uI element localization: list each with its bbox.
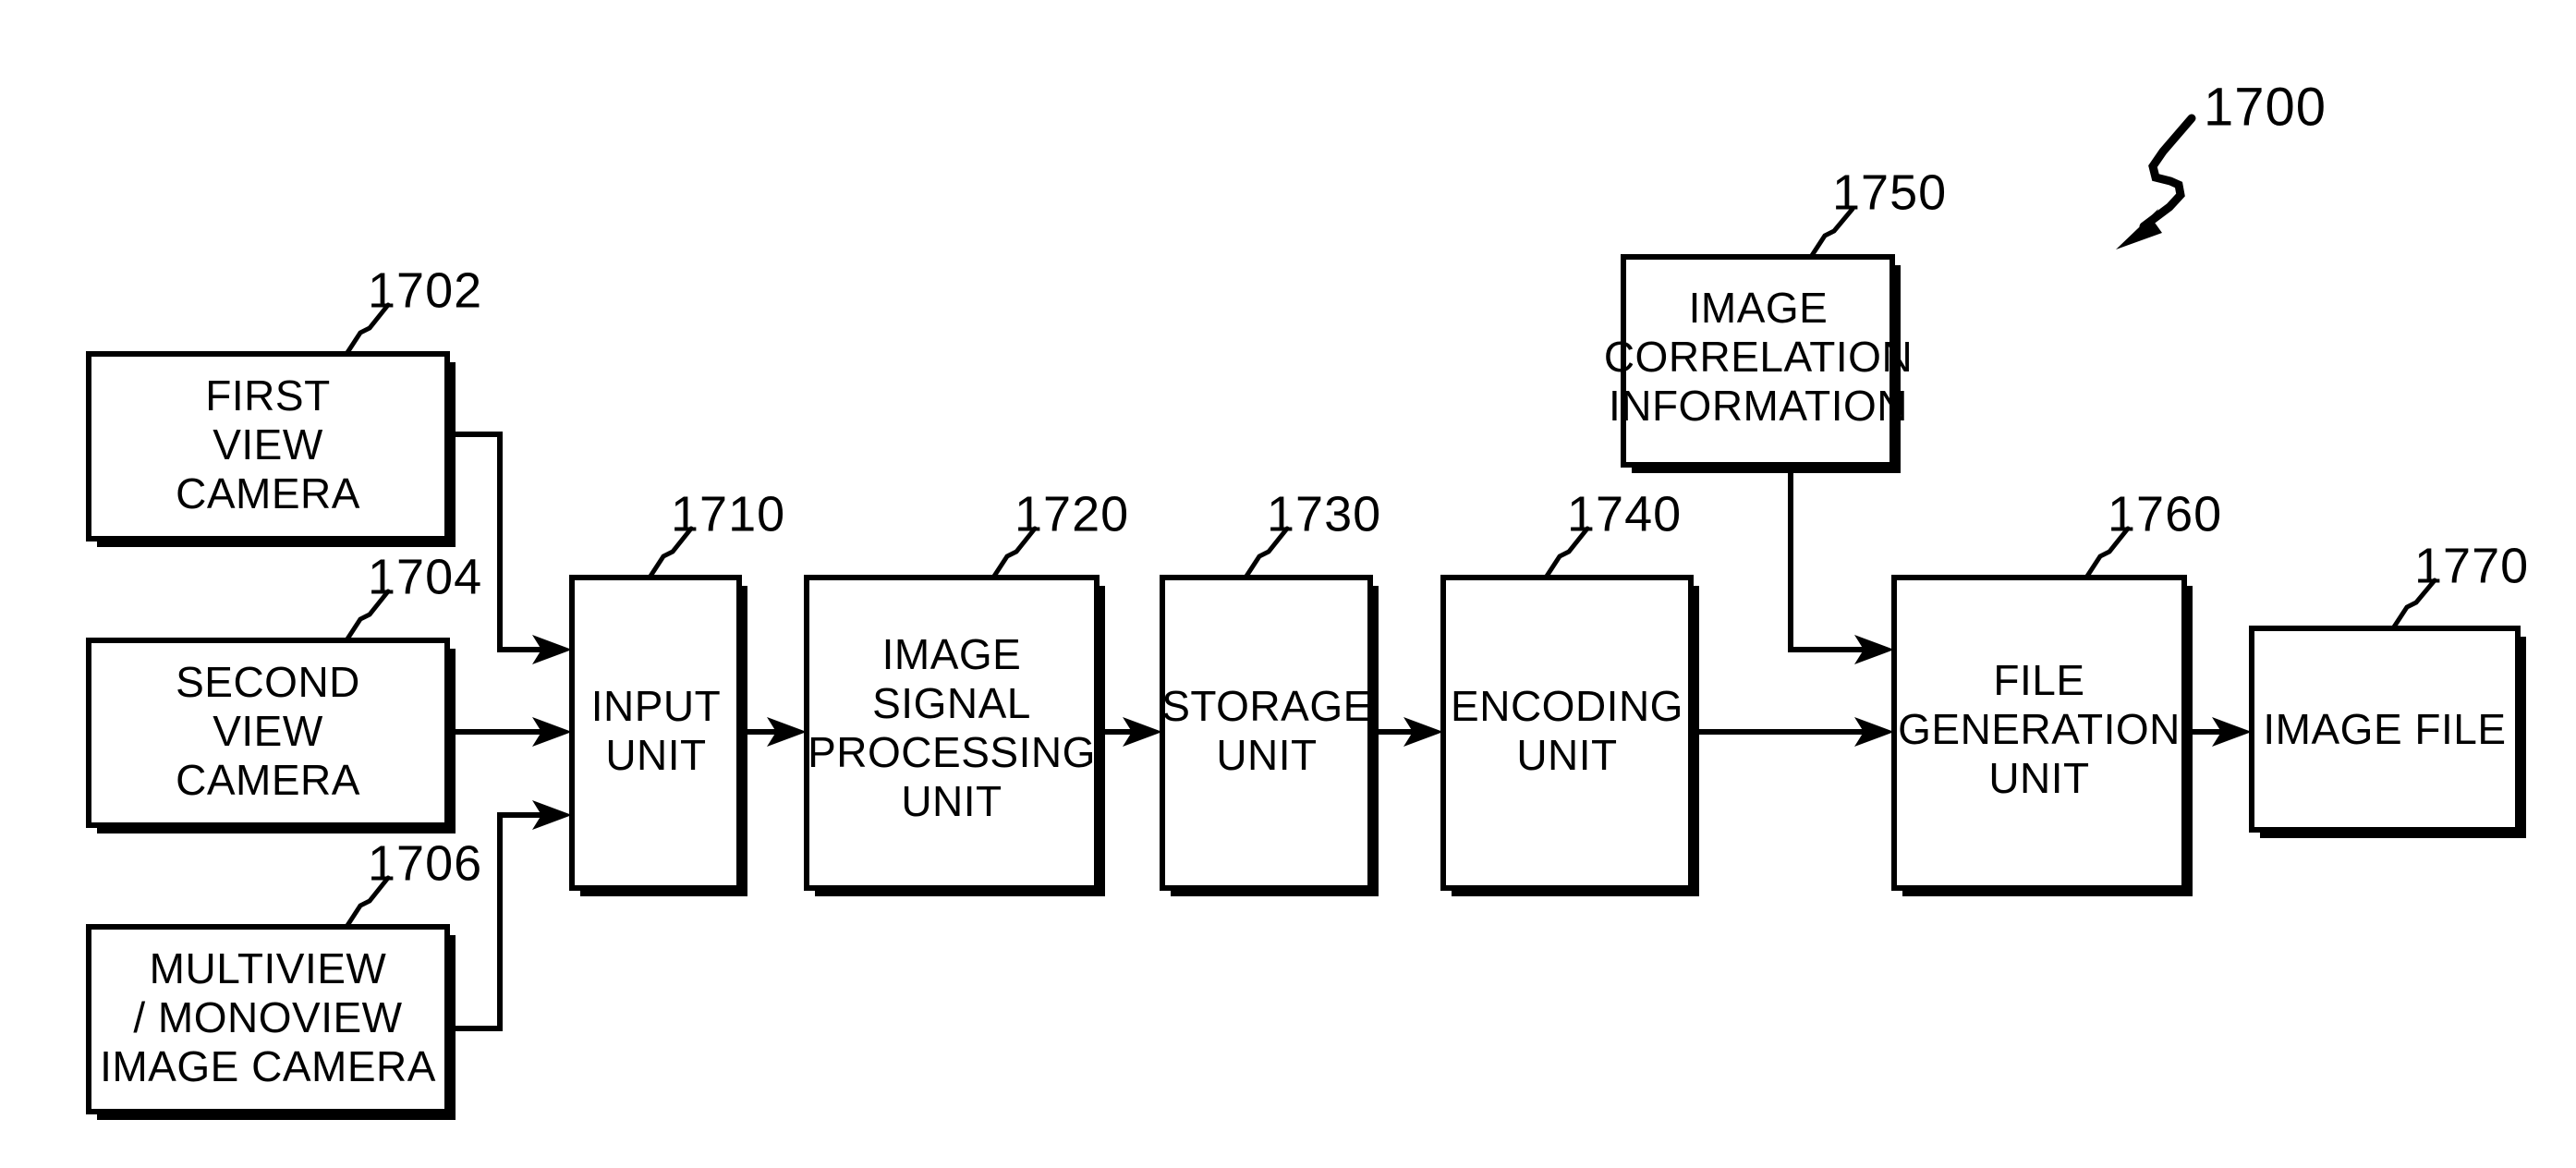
block-label-line: SECOND [176, 658, 360, 706]
block-label-line: MULTIVIEW [150, 944, 387, 992]
connector-encoding-unit-to-file-generation-unit [1691, 717, 1894, 747]
ref-leader-1706: 1706 [344, 835, 482, 930]
connector-image-signal-processing-unit-to-storage-unit [1097, 717, 1162, 747]
ref-numeral: 1770 [2414, 538, 2529, 593]
block-file-generation-unit[interactable]: FILE GENERATION UNIT [1891, 575, 2193, 896]
block-image-correlation-information[interactable]: IMAGE CORRELATION INFORMATION [1604, 254, 1913, 473]
block-label-line: VIEW [213, 420, 323, 468]
block-multiview-monoview-image-camera[interactable]: MULTIVIEW / MONOVIEW IMAGE CAMERA [86, 924, 456, 1120]
ref-leader-1710: 1710 [647, 486, 785, 580]
block-label-line: UNIT [901, 777, 1002, 825]
block-label-line: UNIT [1516, 731, 1617, 779]
ref-numeral: 1740 [1567, 486, 1682, 541]
block-label-line: IMAGE [882, 630, 1022, 678]
block-label-line: UNIT [1216, 731, 1317, 779]
ref-leader-1760: 1760 [2084, 486, 2222, 580]
ref-numeral: 1750 [1832, 164, 1947, 220]
connector-image-correlation-information-to-file-generation-unit [1788, 465, 1894, 664]
ref-numeral: 1760 [2108, 486, 2222, 541]
ref-numeral: 1730 [1267, 486, 1381, 541]
block-label-line: CAMERA [176, 469, 360, 517]
block-label-line: PROCESSING [808, 728, 1096, 776]
block-label-line: INPUT [591, 682, 722, 730]
ref-leader-1770: 1770 [2390, 538, 2529, 631]
figure-reference-numeral: 1700 [2204, 77, 2327, 137]
patent-figure: FIRST VIEW CAMERA 1702 SECOND VIEW CAMER… [0, 0, 2576, 1168]
figure-ref-1700: 1700 [2116, 77, 2327, 249]
block-label-line: IMAGE FILE [2263, 705, 2506, 753]
ref-leader-1730: 1730 [1243, 486, 1381, 580]
connector-input-unit-to-image-signal-processing-unit [739, 717, 807, 747]
connector-storage-unit-to-encoding-unit [1370, 717, 1443, 747]
block-label-line: IMAGE CAMERA [100, 1042, 436, 1090]
block-label-line: STORAGE [1161, 682, 1372, 730]
block-image-signal-processing-unit[interactable]: IMAGE SIGNAL PROCESSING UNIT [804, 575, 1105, 896]
block-label-line: FILE [1993, 656, 2084, 704]
connector-file-generation-unit-to-image-file [2184, 717, 2252, 747]
block-storage-unit[interactable]: STORAGE UNIT [1160, 575, 1379, 896]
block-label-line: UNIT [1988, 754, 2089, 802]
ref-leader-1740: 1740 [1543, 486, 1682, 580]
ref-numeral: 1720 [1015, 486, 1129, 541]
block-label-line: VIEW [213, 707, 323, 755]
block-label-line: FIRST [205, 371, 330, 420]
block-label-line: CORRELATION [1604, 333, 1913, 381]
block-label-line: SIGNAL [872, 679, 1031, 727]
block-input-unit[interactable]: INPUT UNIT [569, 575, 747, 896]
ref-leader-1704: 1704 [344, 549, 482, 643]
block-image-file[interactable]: IMAGE FILE [2249, 626, 2526, 838]
block-second-view-camera[interactable]: SECOND VIEW CAMERA [86, 638, 456, 833]
ref-numeral: 1704 [368, 549, 482, 604]
ref-leader-1720: 1720 [990, 486, 1129, 580]
block-label-line: / MONOVIEW [133, 993, 402, 1041]
arrowhead-icon [2116, 209, 2162, 249]
block-label-line: UNIT [605, 731, 706, 779]
ref-leader-1702: 1702 [344, 262, 482, 357]
block-label-line: INFORMATION [1609, 382, 1908, 430]
ref-leader-1750: 1750 [1808, 164, 1947, 260]
connector-multiview-camera-to-input-unit [447, 800, 572, 1031]
ref-numeral: 1710 [671, 486, 785, 541]
block-label-line: IMAGE [1689, 284, 1829, 332]
block-first-view-camera[interactable]: FIRST VIEW CAMERA [86, 351, 456, 547]
block-label-line: ENCODING [1451, 682, 1683, 730]
block-label-line: GENERATION [1898, 705, 2181, 753]
block-diagram-canvas: FIRST VIEW CAMERA 1702 SECOND VIEW CAMER… [86, 77, 2529, 1120]
block-label-line: CAMERA [176, 756, 360, 804]
ref-numeral: 1702 [368, 262, 482, 318]
ref-numeral: 1706 [368, 835, 482, 891]
block-encoding-unit[interactable]: ENCODING UNIT [1440, 575, 1699, 896]
connector-second-view-camera-to-input-unit [447, 717, 572, 747]
